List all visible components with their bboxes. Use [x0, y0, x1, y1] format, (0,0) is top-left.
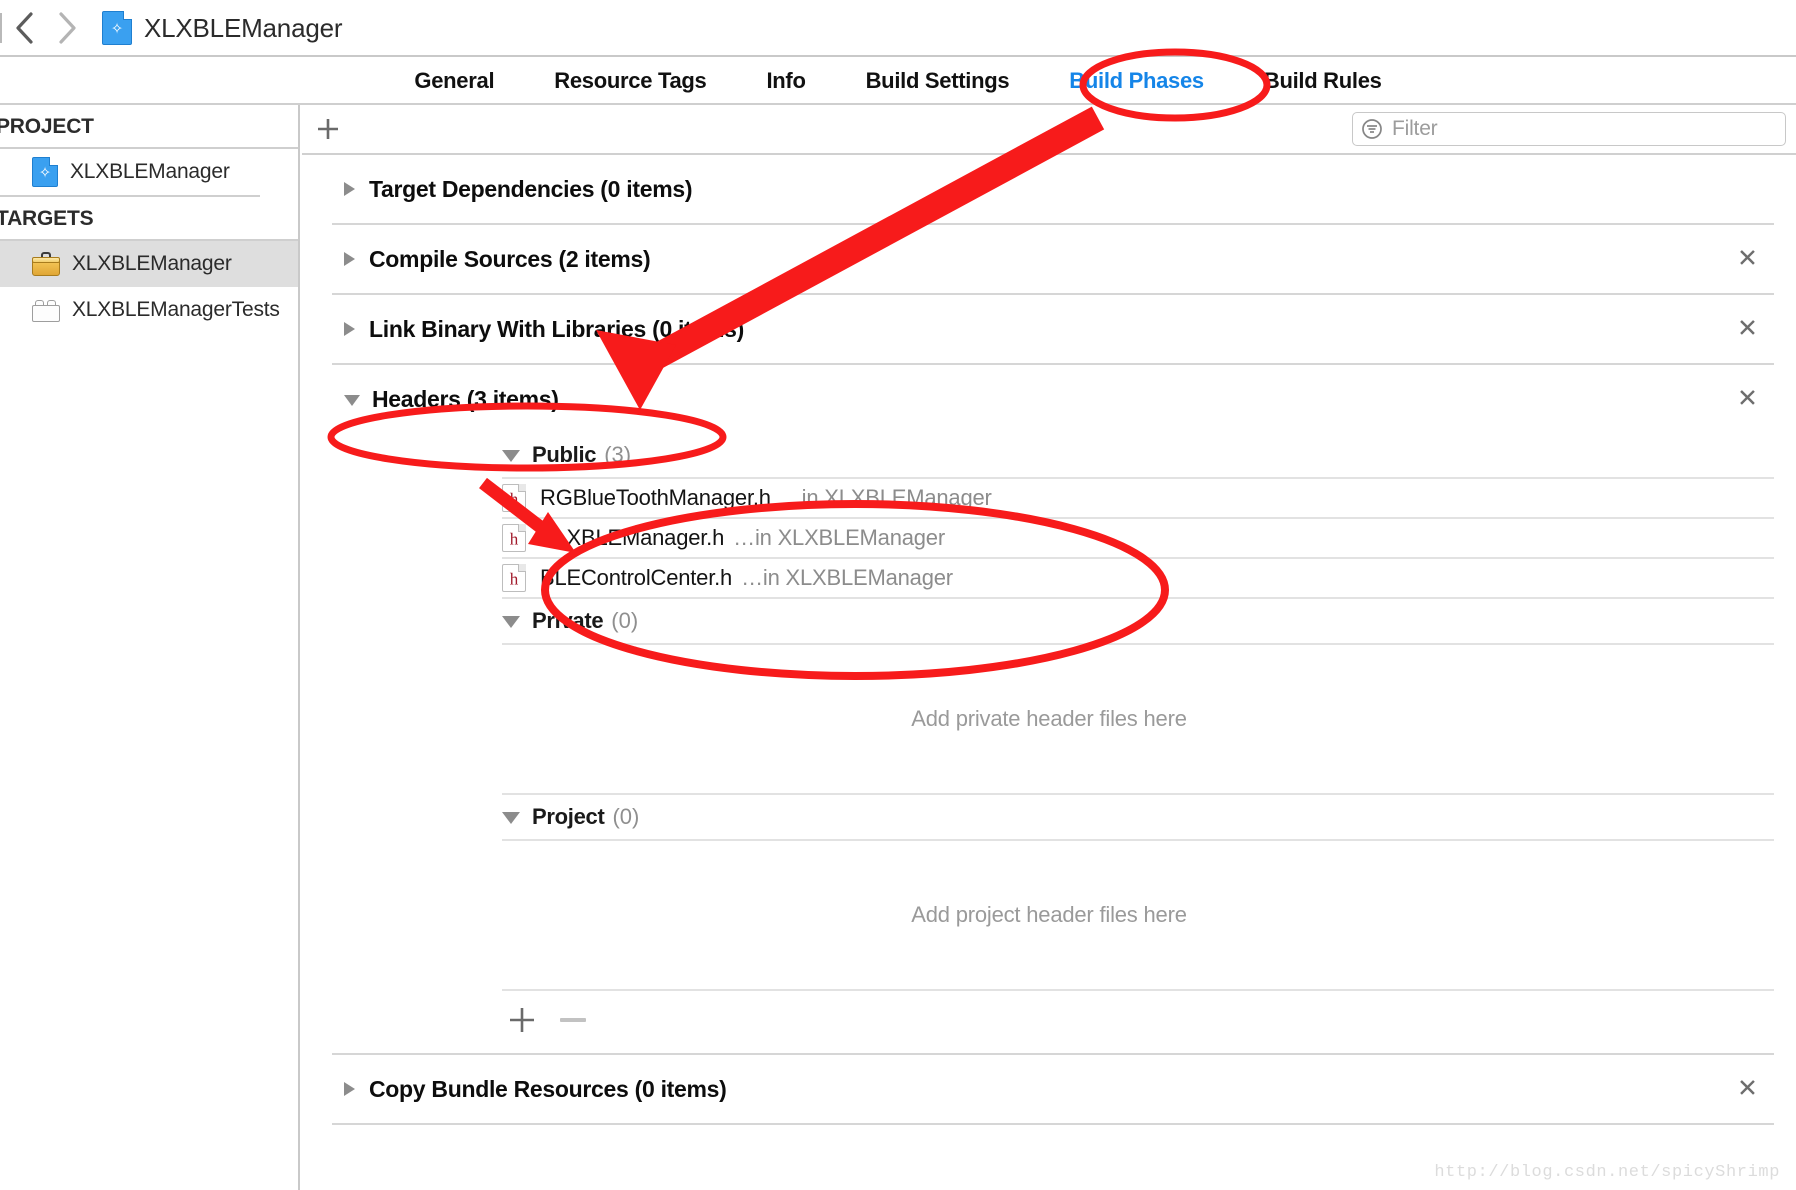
remove-phase-button[interactable]: ✕ — [1737, 386, 1758, 412]
sidebar-item-label: XLXBLEManagerTests — [72, 298, 280, 321]
page-title: XLXBLEManager — [144, 12, 343, 43]
phase-row-copy-bundle-resources[interactable]: Copy Bundle Resources (0 items) ✕ — [302, 1055, 1796, 1123]
headers-group-private[interactable]: Private (0) — [302, 599, 1796, 643]
sidebar-item-label: XLXBLEManager — [70, 160, 230, 183]
header-file-icon: h — [502, 564, 526, 592]
xcode-window: ✧ XLXBLEManager General Resource Tags In… — [0, 0, 1796, 1190]
header-file-location: …in XLXBLEManager — [733, 525, 945, 550]
filter-icon — [1362, 119, 1382, 139]
group-name: Public — [532, 442, 597, 467]
window-titlebar: ✧ XLXBLEManager — [0, 0, 1796, 56]
phase-row-compile-sources[interactable]: Compile Sources (2 items) ✕ — [302, 225, 1796, 293]
phase-title: Headers (3 items) — [372, 385, 559, 412]
phase-title: Target Dependencies (0 items) — [369, 175, 693, 202]
build-phases-toolbar: Filter — [302, 105, 1796, 153]
headers-add-remove-bar — [302, 991, 1796, 1053]
project-empty-note: Add project header files here — [911, 902, 1187, 927]
plus-icon — [318, 119, 338, 139]
tab-general[interactable]: General — [384, 68, 524, 94]
remove-phase-button[interactable]: ✕ — [1737, 246, 1758, 272]
header-file-name: XLXBLEManager.h — [540, 525, 725, 550]
filter-input[interactable]: Filter — [1352, 112, 1786, 146]
header-file-name: RGBlueToothManager.h — [540, 485, 771, 510]
sidebar-item-target-xlxblemanagertests[interactable]: XLXBLEManagerTests — [0, 287, 298, 333]
headers-group-public[interactable]: Public (3) — [302, 433, 1796, 477]
watermark: http://blog.csdn.net/spicyShrimp — [1434, 1163, 1780, 1182]
chevron-left-icon — [16, 12, 33, 44]
group-name: Private — [532, 608, 604, 633]
phase-row-link-binary-with-libraries[interactable]: Link Binary With Libraries (0 items) ✕ — [302, 295, 1796, 363]
header-file-name: BLEControlCenter.h — [540, 565, 733, 590]
chevron-right-icon — [59, 12, 76, 44]
phase-title: Compile Sources (2 items) — [369, 245, 651, 272]
phase-title: Link Binary With Libraries (0 items) — [369, 315, 744, 342]
back-button[interactable] — [4, 0, 46, 56]
filter-placeholder: Filter — [1392, 117, 1438, 140]
header-file-row[interactable]: h RGBlueToothManager.h …in XLXBLEManager — [302, 479, 1796, 517]
group-name: Project — [532, 804, 605, 829]
sidebar-item-project-xlxblemanager[interactable]: ✧ XLXBLEManager — [0, 149, 298, 195]
remove-phase-button[interactable]: ✕ — [1737, 1076, 1758, 1102]
add-build-phase-button[interactable] — [314, 115, 342, 143]
disclosure-triangle-icon[interactable] — [344, 252, 355, 266]
test-bundle-icon — [32, 298, 60, 322]
phase-divider — [332, 1123, 1774, 1125]
sidebar-item-label: XLXBLEManager — [72, 252, 232, 275]
headers-phase-body: Public (3) h RGBlueToothManager.h …in XL… — [302, 433, 1796, 1053]
remove-header-file-button[interactable] — [560, 1018, 586, 1022]
private-empty-note: Add private header files here — [911, 706, 1187, 731]
tab-build-rules[interactable]: Build Rules — [1234, 68, 1412, 94]
disclosure-triangle-icon[interactable] — [344, 322, 355, 336]
disclosure-triangle-icon[interactable] — [502, 812, 520, 824]
group-count: (3) — [604, 442, 632, 467]
disclosure-triangle-icon[interactable] — [502, 616, 520, 628]
project-targets-sidebar: PROJECT ✧ XLXBLEManager TARGETS XLXBLEMa… — [0, 105, 300, 1190]
build-phase-list: Target Dependencies (0 items) Compile So… — [302, 155, 1796, 1125]
header-file-location: …in XLXBLEManager — [779, 485, 992, 510]
app-document-icon: ✧ — [102, 11, 132, 45]
header-file-row[interactable]: h XLXBLEManager.h …in XLXBLEManager — [302, 519, 1796, 557]
build-phases-panel: Filter Target Dependencies (0 items) Com… — [302, 105, 1796, 1190]
phase-row-target-dependencies[interactable]: Target Dependencies (0 items) — [302, 155, 1796, 223]
group-count: (0) — [612, 804, 640, 829]
header-file-icon: h — [502, 524, 526, 552]
group-count: (0) — [611, 608, 639, 633]
forward-button[interactable] — [46, 0, 88, 56]
phase-title: Copy Bundle Resources (0 items) — [369, 1075, 727, 1102]
headers-group-project[interactable]: Project (0) — [302, 795, 1796, 839]
sidebar-section-targets: TARGETS — [0, 207, 94, 230]
disclosure-triangle-icon[interactable] — [344, 182, 355, 196]
remove-phase-button[interactable]: ✕ — [1737, 316, 1758, 342]
add-header-file-button[interactable] — [507, 1005, 537, 1035]
header-file-icon: h — [502, 484, 526, 512]
header-file-location: …in XLXBLEManager — [741, 565, 953, 590]
disclosure-triangle-icon[interactable] — [502, 450, 520, 462]
editor-tab-bar: General Resource Tags Info Build Setting… — [0, 57, 1796, 105]
sidebar-section-project: PROJECT — [0, 115, 94, 138]
sidebar-item-target-xlxblemanager[interactable]: XLXBLEManager — [0, 241, 298, 287]
tab-resource-tags[interactable]: Resource Tags — [524, 68, 736, 94]
plus-icon — [510, 1008, 534, 1032]
tab-build-settings[interactable]: Build Settings — [836, 68, 1040, 94]
toolbox-icon — [32, 252, 60, 276]
header-file-row[interactable]: h BLEControlCenter.h …in XLXBLEManager — [302, 559, 1796, 597]
disclosure-triangle-icon[interactable] — [344, 395, 360, 406]
disclosure-triangle-icon[interactable] — [344, 1082, 355, 1096]
app-document-icon: ✧ — [32, 157, 58, 187]
phase-row-headers[interactable]: Headers (3 items) ✕ — [302, 365, 1796, 433]
tab-build-phases[interactable]: Build Phases — [1039, 68, 1234, 94]
tab-info[interactable]: Info — [736, 68, 835, 94]
